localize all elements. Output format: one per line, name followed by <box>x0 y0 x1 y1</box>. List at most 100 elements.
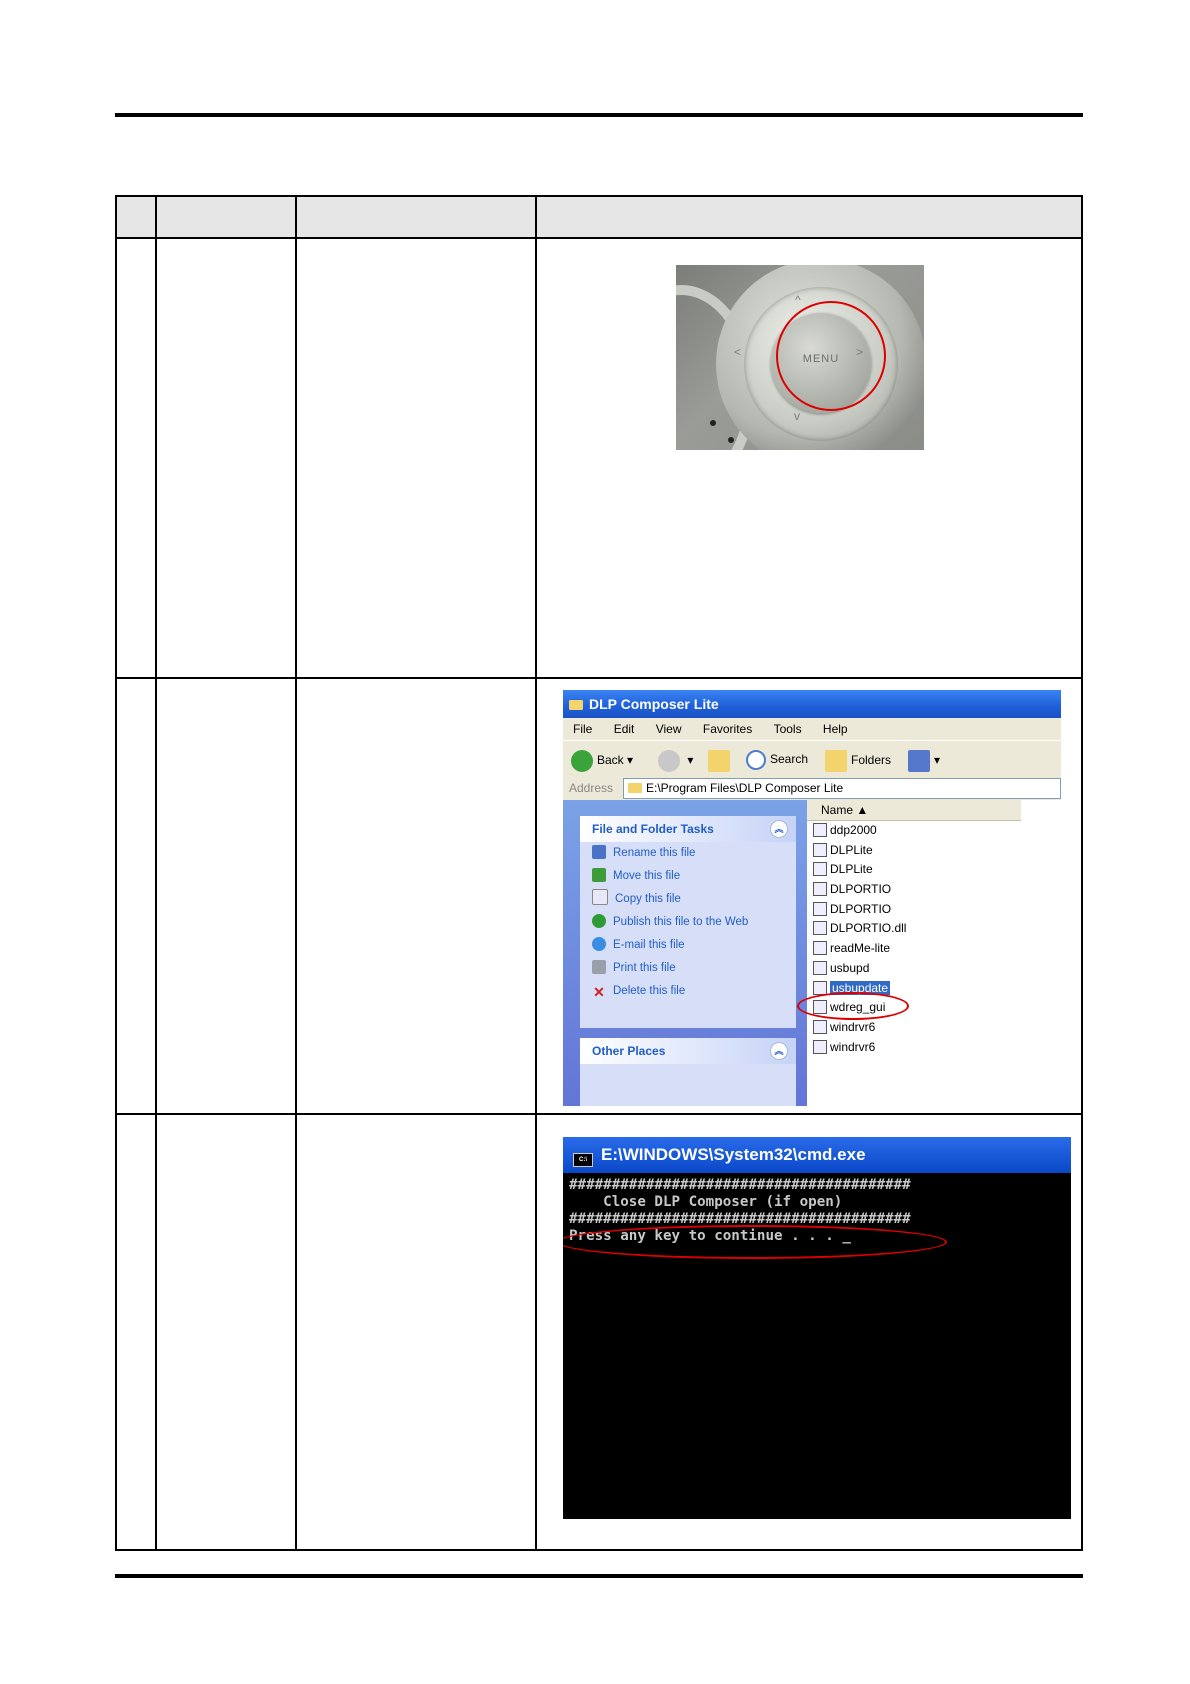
file-item[interactable]: DLPORTIO <box>807 880 1061 900</box>
file-item[interactable]: DLPORTIO <box>807 900 1061 920</box>
menu-tools[interactable]: Tools <box>774 722 802 736</box>
file-name: DLPORTIO <box>830 882 892 897</box>
cmd-titlebar: C:\ E:\WINDOWS\System32\cmd.exe <box>563 1137 1071 1173</box>
forward-button[interactable]: ▾ <box>658 750 693 772</box>
up-folder-button[interactable] <box>708 750 734 772</box>
file-icon <box>813 842 827 857</box>
panel-header[interactable]: Other Places ︽ <box>580 1038 796 1064</box>
cmd-line: ######################################## <box>569 1177 911 1193</box>
menu-favorites[interactable]: Favorites <box>703 722 752 736</box>
row-divider <box>115 677 1083 679</box>
task-label: E-mail this file <box>613 939 685 951</box>
file-name: DLPORTIO.dll <box>830 921 907 936</box>
cmd-icon: C:\ <box>573 1153 593 1167</box>
menu-view[interactable]: View <box>656 722 682 736</box>
other-places-panel: Other Places ︽ <box>580 1038 796 1106</box>
explorer-title: DLP Composer Lite <box>589 696 719 712</box>
row-divider <box>115 1113 1083 1115</box>
tasks-header: File and Folder Tasks <box>592 822 714 836</box>
row-divider <box>115 237 1083 239</box>
collapse-icon[interactable]: ︽ <box>770 820 788 838</box>
remote-control-photo: MENU ^ > < v <box>676 265 924 450</box>
menu-file[interactable]: File <box>573 722 592 736</box>
task-publish[interactable]: Publish this file to the Web <box>580 911 796 934</box>
search-label: Search <box>770 752 809 767</box>
file-name: windrvr6 <box>830 1019 876 1034</box>
task-delete[interactable]: ✕ Delete this file <box>580 980 796 1003</box>
highlight-ellipse <box>563 1225 947 1259</box>
forward-arrow-icon <box>658 750 680 772</box>
explorer-titlebar: DLP Composer Lite <box>563 690 1061 718</box>
file-name: DLPORTIO <box>830 901 892 916</box>
explorer-menubar: File Edit View Favorites Tools Help <box>563 718 1061 740</box>
address-value: E:\Program Files\DLP Composer Lite <box>646 781 844 795</box>
file-item[interactable]: ddp2000 <box>807 821 1061 841</box>
highlight-circle <box>776 301 886 411</box>
file-item[interactable]: windrvr6 <box>807 1018 1061 1038</box>
cmd-window: C:\ E:\WINDOWS\System32\cmd.exe #########… <box>563 1137 1071 1519</box>
delete-x-icon: ✕ <box>593 984 605 1000</box>
file-icon <box>813 980 827 995</box>
folders-button[interactable]: Folders <box>825 750 891 772</box>
back-arrow-icon <box>571 750 593 772</box>
file-icon <box>813 960 827 975</box>
task-move[interactable]: Move this file <box>580 865 796 888</box>
file-item[interactable]: readMe-lite <box>807 939 1061 959</box>
highlight-ellipse <box>797 992 909 1020</box>
folder-icon <box>628 783 642 793</box>
file-list: Name ▲ ddp2000 DLPLite DLPLite DLPORTIO … <box>807 800 1061 1106</box>
views-icon <box>908 750 930 772</box>
task-label: Copy this file <box>615 893 681 905</box>
back-button[interactable]: Back ▾ <box>571 750 633 772</box>
task-label: Print this file <box>613 962 676 974</box>
other-places-header: Other Places <box>592 1044 666 1058</box>
left-arrow-icon: < <box>734 345 742 359</box>
header-rule <box>115 113 1083 117</box>
address-input[interactable]: E:\Program Files\DLP Composer Lite <box>623 778 1061 799</box>
panel-header[interactable]: File and Folder Tasks ︽ <box>580 816 796 842</box>
email-icon <box>592 937 606 951</box>
menu-edit[interactable]: Edit <box>614 722 635 736</box>
file-item[interactable]: usbupd <box>807 959 1061 979</box>
indicator-dot <box>728 437 734 443</box>
file-icon <box>813 862 827 877</box>
task-label: Rename this file <box>613 847 696 859</box>
task-copy[interactable]: Copy this file <box>580 888 796 911</box>
indicator-dot <box>710 420 716 426</box>
file-item[interactable]: DLPLite <box>807 860 1061 880</box>
task-print[interactable]: Print this file <box>580 957 796 980</box>
rename-icon <box>592 845 606 859</box>
task-rename[interactable]: Rename this file <box>580 842 796 865</box>
printer-icon <box>592 960 606 974</box>
file-name: usbupd <box>830 960 870 975</box>
folder-icon <box>569 700 583 710</box>
file-name: windrvr6 <box>830 1039 876 1054</box>
column-divider <box>295 195 297 1551</box>
collapse-icon[interactable]: ︽ <box>770 1042 788 1060</box>
up-folder-icon <box>708 750 730 772</box>
address-label: Address <box>569 781 614 795</box>
file-item[interactable]: windrvr6 <box>807 1038 1061 1058</box>
name-column-label: Name <box>821 803 854 817</box>
menu-help[interactable]: Help <box>823 722 848 736</box>
explorer-toolbar: Back ▾ ▾ Search Folders ▾ <box>563 740 1061 778</box>
copy-icon <box>592 889 608 905</box>
footer-rule <box>115 1574 1083 1578</box>
column-divider <box>535 195 537 1551</box>
file-item[interactable]: DLPORTIO.dll <box>807 919 1061 939</box>
file-item[interactable]: DLPLite <box>807 841 1061 861</box>
search-button[interactable]: Search <box>746 750 808 770</box>
views-button[interactable]: ▾ <box>908 750 940 772</box>
task-pane: File and Folder Tasks ︽ Rename this file … <box>563 800 807 1106</box>
name-column-header[interactable]: Name ▲ <box>807 800 1021 821</box>
move-icon <box>592 868 606 882</box>
address-bar: Address E:\Program Files\DLP Composer Li… <box>563 776 1061 800</box>
globe-icon <box>592 914 606 928</box>
task-email[interactable]: E-mail this file <box>580 934 796 957</box>
file-icon <box>813 823 827 837</box>
task-label: Publish this file to the Web <box>613 916 749 928</box>
task-label: Move this file <box>613 870 681 882</box>
up-arrow-icon: ^ <box>795 293 801 307</box>
cmd-title: E:\WINDOWS\System32\cmd.exe <box>601 1145 866 1164</box>
file-name: DLPLite <box>830 842 873 857</box>
